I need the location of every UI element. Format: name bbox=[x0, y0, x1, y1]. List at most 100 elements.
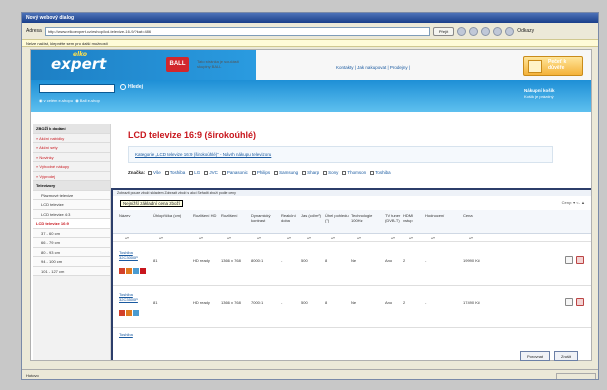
sort-arrow-icon[interactable]: ▴▾ bbox=[409, 235, 413, 240]
badge-icon bbox=[133, 268, 139, 274]
column-header[interactable]: Dynamický kontrast bbox=[251, 213, 279, 223]
sidebar-item[interactable]: LCD televize 4:3 bbox=[33, 209, 110, 219]
sort-arrow-icon[interactable]: ▴▾ bbox=[307, 235, 311, 240]
checkbox-icon[interactable] bbox=[274, 170, 279, 175]
brand-checkbox[interactable]: JVC bbox=[204, 170, 218, 175]
trust-seal[interactable]: Pečeť k důvěře bbox=[523, 56, 583, 76]
refresh-icon[interactable] bbox=[481, 26, 491, 36]
brand-checkbox[interactable]: Sony bbox=[323, 170, 338, 175]
checkbox-icon[interactable] bbox=[204, 170, 209, 175]
home-icon[interactable] bbox=[493, 26, 503, 36]
cell-name[interactable]: Toshiba 32C3500P bbox=[119, 292, 149, 302]
sidebar-item[interactable]: » Akční nabídky bbox=[33, 134, 110, 143]
back-icon[interactable] bbox=[457, 26, 467, 36]
sort-arrow-icon[interactable]: ▴▾ bbox=[125, 235, 129, 240]
search-scope[interactable]: ◉ v celém e-shopu ◉ Ball e-shop bbox=[39, 98, 100, 103]
links-label[interactable]: Odkazy bbox=[517, 28, 534, 34]
sort-arrow-icon[interactable]: ▴▾ bbox=[227, 235, 231, 240]
brand-checkbox[interactable]: Thomson bbox=[342, 170, 366, 175]
sidebar-item[interactable]: 80 - 93 cm bbox=[33, 247, 110, 257]
checkbox-icon[interactable] bbox=[302, 170, 307, 175]
brand-checkbox[interactable]: Panasonic bbox=[221, 170, 248, 175]
sidebar-item[interactable]: LCD televize 16:9 bbox=[33, 219, 110, 229]
column-header[interactable]: Rozlišení bbox=[221, 213, 249, 218]
next-product-name[interactable]: Toshiba bbox=[119, 332, 133, 337]
column-header[interactable]: HDMI vstup bbox=[403, 213, 423, 223]
column-header[interactable]: Název bbox=[119, 213, 151, 218]
checkbox-icon[interactable] bbox=[189, 170, 194, 175]
sidebar-item[interactable]: 66 - 79 cm bbox=[33, 238, 110, 248]
sidebar-item[interactable]: ZBOŽÍ k dodání bbox=[33, 124, 110, 134]
sort-arrow-icon[interactable]: ▴▾ bbox=[159, 235, 163, 240]
column-header[interactable]: Technologie 100Hz bbox=[351, 213, 383, 223]
brand-checkbox[interactable]: Sharp bbox=[302, 170, 319, 175]
brand-checkbox[interactable]: Vše bbox=[148, 170, 161, 175]
column-header[interactable]: Hodnocení bbox=[425, 213, 461, 218]
top-links[interactable]: Kontakty | Jak nakupovat | Prodejny | bbox=[336, 65, 410, 70]
address-bar: Adresa http://www.elkoexpert.cz/eshop/lc… bbox=[22, 24, 598, 38]
sort-arrow-icon[interactable]: ▴▾ bbox=[391, 235, 395, 240]
checkbox-icon[interactable] bbox=[370, 170, 375, 175]
forward-icon[interactable] bbox=[469, 26, 479, 36]
sidebar-item[interactable]: » Novinky bbox=[33, 153, 110, 162]
sidebar-item[interactable]: » Výhodné nákupy bbox=[33, 162, 110, 172]
checkbox-icon[interactable] bbox=[221, 170, 226, 175]
compare-button[interactable]: Porovnat bbox=[520, 351, 551, 361]
sidebar-item[interactable]: Plazmové televize bbox=[33, 190, 110, 200]
column-header[interactable]: TV tuner (DVB-T) bbox=[385, 213, 401, 223]
sidebar-item[interactable]: 101 - 127 cm bbox=[33, 266, 110, 276]
brand-checkbox[interactable]: Toshiba bbox=[370, 170, 391, 175]
cart[interactable]: Nákupní košík Košík je prázdný bbox=[524, 88, 555, 100]
sidebar-item[interactable]: » Akční sety bbox=[33, 143, 110, 153]
cart-add-icon[interactable] bbox=[576, 298, 584, 306]
info-bar[interactable]: Nelze načíst, klepněte sem pro další mož… bbox=[22, 39, 598, 47]
search-button[interactable]: Hledej bbox=[120, 84, 143, 90]
search-scope-1[interactable]: v celém e-shopu bbox=[44, 98, 73, 103]
url-input[interactable]: http://www.elkoexpert.cz/eshop/lcd-telev… bbox=[44, 26, 430, 36]
brand-checkbox[interactable]: Philips bbox=[251, 170, 271, 175]
search-icon[interactable] bbox=[505, 26, 515, 36]
sidebar-item[interactable]: 94 - 100 cm bbox=[33, 257, 110, 267]
filter-bar[interactable]: Zobrazit pouze zboží skladem Zobrazit zb… bbox=[113, 190, 591, 196]
sidebar-item[interactable]: LCD televize bbox=[33, 200, 110, 210]
site-logo[interactable]: elko expert bbox=[51, 51, 121, 77]
checkbox-icon[interactable] bbox=[323, 170, 328, 175]
brand-checkbox[interactable]: Toshiba bbox=[164, 170, 185, 175]
go-button[interactable]: Přejít bbox=[432, 26, 455, 36]
column-header[interactable]: Úhel pohledu (°) bbox=[325, 213, 349, 223]
search-input[interactable] bbox=[39, 84, 115, 93]
compare-icon[interactable] bbox=[565, 298, 573, 306]
site-header: elko expert BALL Tato stránka je součást… bbox=[31, 50, 591, 80]
checkbox-icon[interactable] bbox=[342, 170, 347, 175]
cell-res: 1366 x 768 bbox=[221, 258, 241, 263]
column-header[interactable]: Jas (cd/m²) bbox=[301, 213, 323, 218]
brand-checkbox[interactable]: Samsung bbox=[274, 170, 298, 175]
sort-arrow-icon[interactable]: ▴▾ bbox=[431, 235, 435, 240]
sort-arrow-icon[interactable]: ▴▾ bbox=[357, 235, 361, 240]
sort-arrow-icon[interactable]: ▴▾ bbox=[331, 235, 335, 240]
ball-badge[interactable]: BALL bbox=[166, 57, 189, 72]
checkbox-icon[interactable] bbox=[164, 170, 169, 175]
cart-add-icon[interactable] bbox=[576, 256, 584, 264]
sort-control[interactable]: Ceny: ▾ <- ▲ bbox=[562, 200, 585, 205]
checkbox-icon[interactable] bbox=[148, 170, 153, 175]
column-header[interactable]: Reakční doba bbox=[281, 213, 299, 223]
reset-button[interactable]: Zrušit bbox=[554, 351, 579, 361]
column-header[interactable]: Úhlopříčka (cm) bbox=[153, 213, 191, 218]
sidebar-item[interactable]: 37 - 60 cm bbox=[33, 228, 110, 238]
sort-arrow-icon[interactable]: ▴▾ bbox=[257, 235, 261, 240]
compare-icon[interactable] bbox=[565, 256, 573, 264]
sidebar-item[interactable]: » Výprodej bbox=[33, 172, 110, 181]
column-header[interactable]: Rozlišení HD bbox=[193, 213, 219, 218]
cell-name[interactable]: Toshiba 32C3000P bbox=[119, 250, 149, 260]
sort-arrow-icon[interactable]: ▴▾ bbox=[287, 235, 291, 240]
brand-checkbox[interactable]: LG bbox=[189, 170, 200, 175]
category-link[interactable]: Kategorie „LCD televize 16:9 (širokoúhlé… bbox=[128, 146, 553, 163]
sort-arrow-icon[interactable]: ▴▾ bbox=[199, 235, 203, 240]
sidebar-item[interactable]: Televizory bbox=[33, 181, 110, 191]
sort-arrow-icon[interactable]: ▴▾ bbox=[469, 235, 473, 240]
brand-label: Philips bbox=[256, 170, 271, 175]
column-header[interactable]: Cena bbox=[463, 213, 503, 218]
search-scope-2[interactable]: Ball e-shop bbox=[80, 98, 100, 103]
checkbox-icon[interactable] bbox=[251, 170, 256, 175]
